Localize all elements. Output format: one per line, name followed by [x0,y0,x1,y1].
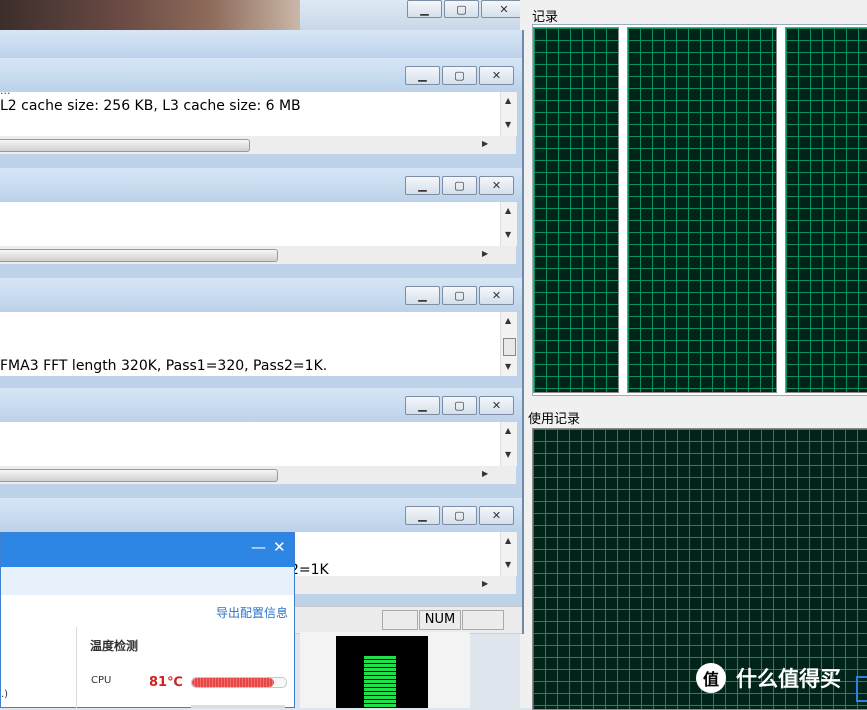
minimize-button[interactable]: ▁ [405,176,440,195]
console-window: ▁ ▢ ✕ ▲ ▼ ▶ [0,388,524,498]
export-config-link[interactable]: 导出配置信息 [216,604,288,621]
close-button[interactable]: ✕ [479,506,514,525]
horizontal-scrollbar[interactable]: ▶ [0,246,516,264]
horizontal-scrollbar[interactable]: ▶ [0,136,516,154]
pc-manager-toolbar [1,567,294,595]
vertical-scrollbar[interactable]: ▲ ▼ [500,422,517,466]
maximize-button[interactable]: ▢ [442,286,477,305]
horizontal-scrollbar[interactable]: ▶ [0,466,516,484]
cpu-history-label: 记录 [532,10,559,25]
close-button[interactable]: ✕ [479,396,514,415]
cpu-usage-bar [364,656,396,708]
maximize-button[interactable]: ▢ [442,396,477,415]
console-line: 2=1K [290,562,329,576]
cpu-core-graph [785,27,867,393]
console-window: ▁ ▢ ✕ ▲ ▼ ▶ [0,168,524,278]
temperature-title: 温度检测 [90,639,139,653]
divider [76,627,77,709]
partial-window-edge [856,676,867,702]
console-output [0,422,500,466]
close-button[interactable]: ✕ [479,66,514,85]
maximize-button[interactable]: ▢ [442,66,477,85]
fragment-text: .) [1,689,9,700]
console-window: ▁ ▢ ✕ ... L2 cache size: 256 KB, L3 cach… [0,58,524,168]
minimize-button[interactable]: ▁ [405,286,440,305]
num-lock-indicator: NUM [419,610,461,630]
console-line: L2 cache size: 256 KB, L3 cache size: 6 … [0,98,301,114]
cpu-temp-bar [191,677,287,688]
background-window [300,632,470,708]
close-button[interactable]: ✕ [273,538,286,556]
close-button[interactable]: ✕ [479,176,514,195]
task-manager-window: 记录 使用记录 [520,0,867,710]
minimize-button[interactable]: ▁ [405,506,440,525]
console-output: ... L2 cache size: 256 KB, L3 cache size… [0,92,500,136]
close-button[interactable]: ✕ [479,286,514,305]
cpu-temperature: 81℃ [149,675,183,690]
watermark: 值 什么值得买 [696,663,841,693]
cpu-core-graph [627,27,777,393]
scroll-thumb[interactable] [503,338,516,356]
vertical-scrollbar[interactable]: ▲ ▼ [500,532,517,576]
pc-manager-titlebar: — ✕ [1,533,294,567]
bg-minimize-button[interactable]: ▁ [407,0,442,18]
maximize-button[interactable]: ▢ [442,506,477,525]
bg-maximize-button[interactable]: ▢ [444,0,479,18]
minimize-button[interactable]: ▁ [405,396,440,415]
vertical-scrollbar[interactable]: ▲ ▼ [500,92,517,136]
console-line: FMA3 FFT length 320K, Pass1=320, Pass2=1… [0,358,328,374]
console-line: ... [0,92,11,97]
minimize-button[interactable]: ▁ [405,66,440,85]
cpu-history-panel [532,24,867,396]
console-window-titlebar [0,30,524,58]
maximize-button[interactable]: ▢ [442,176,477,195]
desktop-background [0,0,300,34]
smzdm-logo-icon: 值 [696,663,726,693]
scroll-thumb[interactable] [0,469,278,482]
cpu-temp-fill [192,678,274,687]
vertical-scrollbar[interactable]: ▲ ▼ [500,312,517,376]
status-cell [462,610,504,630]
watermark-text: 什么值得买 [736,667,841,691]
memory-history-label: 使用记录 [528,412,581,427]
vertical-scrollbar[interactable]: ▲ ▼ [500,202,517,246]
console-output [0,202,500,246]
pc-manager-window: — ✕ 导出配置信息 温度检测 .) CPU 81℃ [0,532,295,709]
console-window: ▁ ▢ ✕ FMA3 FFT length 320K, Pass1=320, P… [0,278,524,388]
minimize-button[interactable]: — [251,538,266,556]
scroll-thumb[interactable] [0,249,278,262]
cpu-core-graph [533,27,619,393]
scroll-thumb[interactable] [0,139,250,152]
console-output: FMA3 FFT length 320K, Pass1=320, Pass2=1… [0,312,500,376]
cpu-label: CPU [91,675,112,686]
cpu-usage-meter [336,636,428,708]
status-cell [382,610,418,630]
